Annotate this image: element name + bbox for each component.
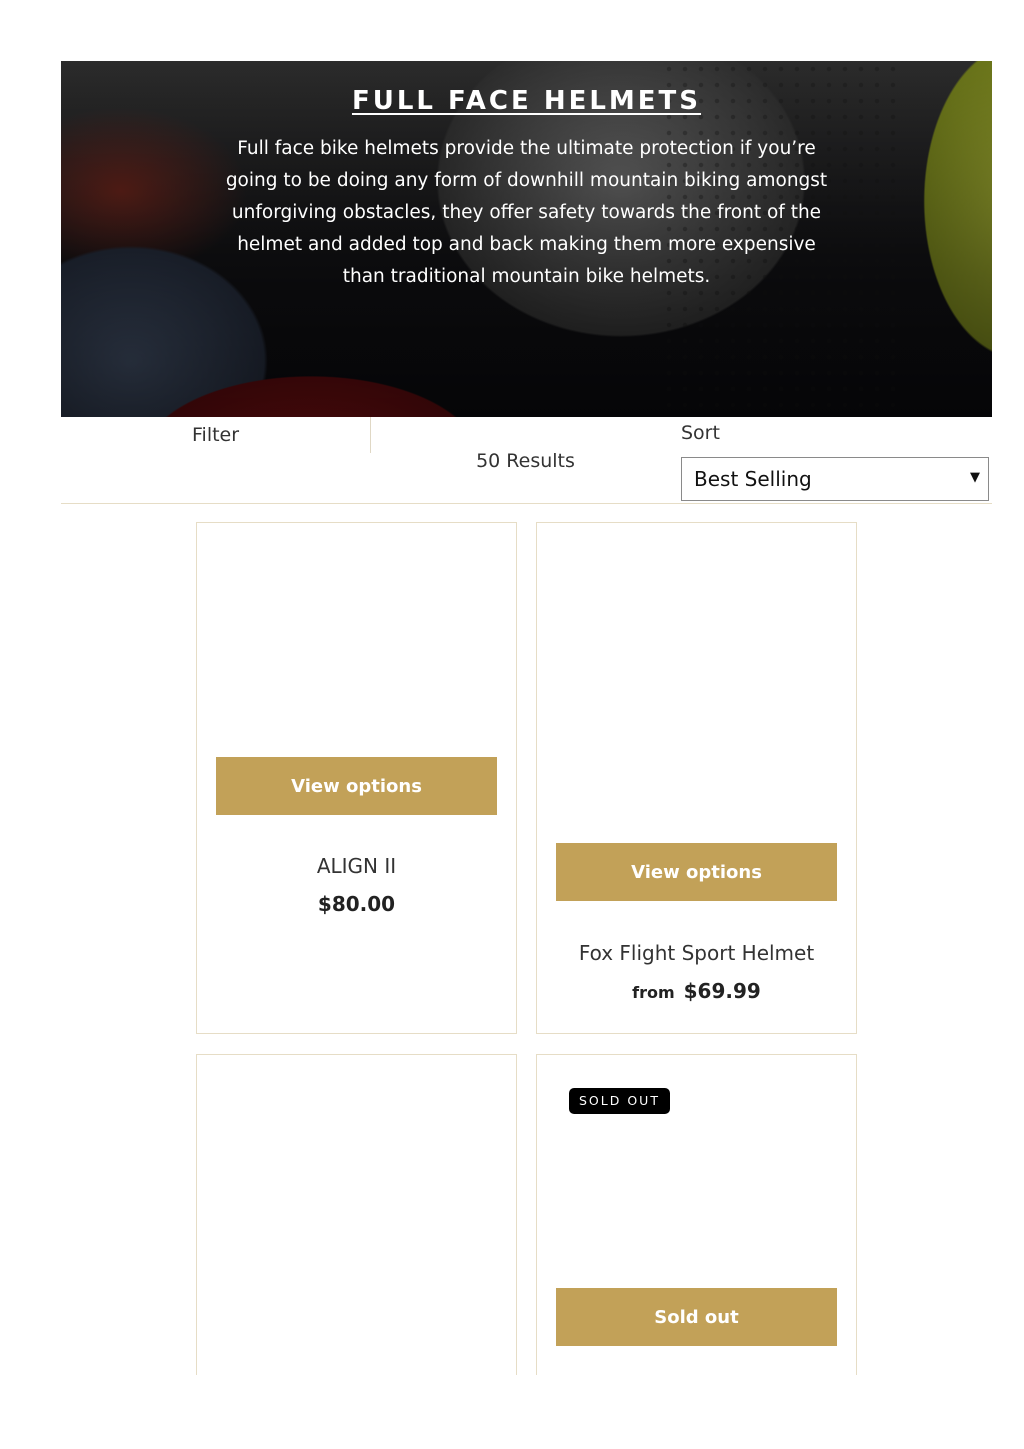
collection-hero-banner: FULL FACE HELMETS Full face bike helmets…	[61, 61, 992, 417]
sort-label: Sort	[681, 422, 720, 444]
view-options-button[interactable]: View options	[216, 757, 497, 815]
product-price: $80.00	[197, 892, 516, 916]
product-card[interactable]: View options ALIGN II $80.00	[196, 522, 517, 1034]
product-card[interactable]: SOLD OUT Sold out	[536, 1054, 857, 1375]
sort-selected-value[interactable]: Best Selling	[694, 467, 812, 491]
price-value: $80.00	[317, 892, 396, 916]
filter-toggle[interactable]: Filter	[61, 417, 371, 453]
chevron-down-icon[interactable]: ▼	[970, 470, 980, 485]
collection-toolbar: Filter 50 Results Sort Best Selling ▼	[61, 417, 992, 504]
product-card[interactable]	[196, 1054, 517, 1375]
filter-label[interactable]: Filter	[192, 424, 239, 446]
product-title[interactable]: Fox Flight Sport Helmet	[537, 941, 856, 965]
product-price: from $69.99	[537, 979, 856, 1003]
sold-out-badge: SOLD OUT	[569, 1088, 670, 1114]
sort-select[interactable]: Best Selling ▼	[681, 457, 989, 501]
price-prefix: from	[632, 983, 675, 1002]
price-value: $69.99	[683, 979, 761, 1003]
collection-title: FULL FACE HELMETS	[351, 86, 702, 116]
collection-page: FULL FACE HELMETS Full face bike helmets…	[0, 0, 1024, 1449]
product-card[interactable]: View options Fox Flight Sport Helmet fro…	[536, 522, 857, 1034]
collection-description: Full face bike helmets provide the ultim…	[225, 138, 828, 287]
product-title[interactable]: ALIGN II	[197, 854, 516, 878]
view-options-button[interactable]: View options	[556, 843, 837, 901]
results-count: 50 Results	[476, 450, 575, 472]
sold-out-button[interactable]: Sold out	[556, 1288, 837, 1346]
